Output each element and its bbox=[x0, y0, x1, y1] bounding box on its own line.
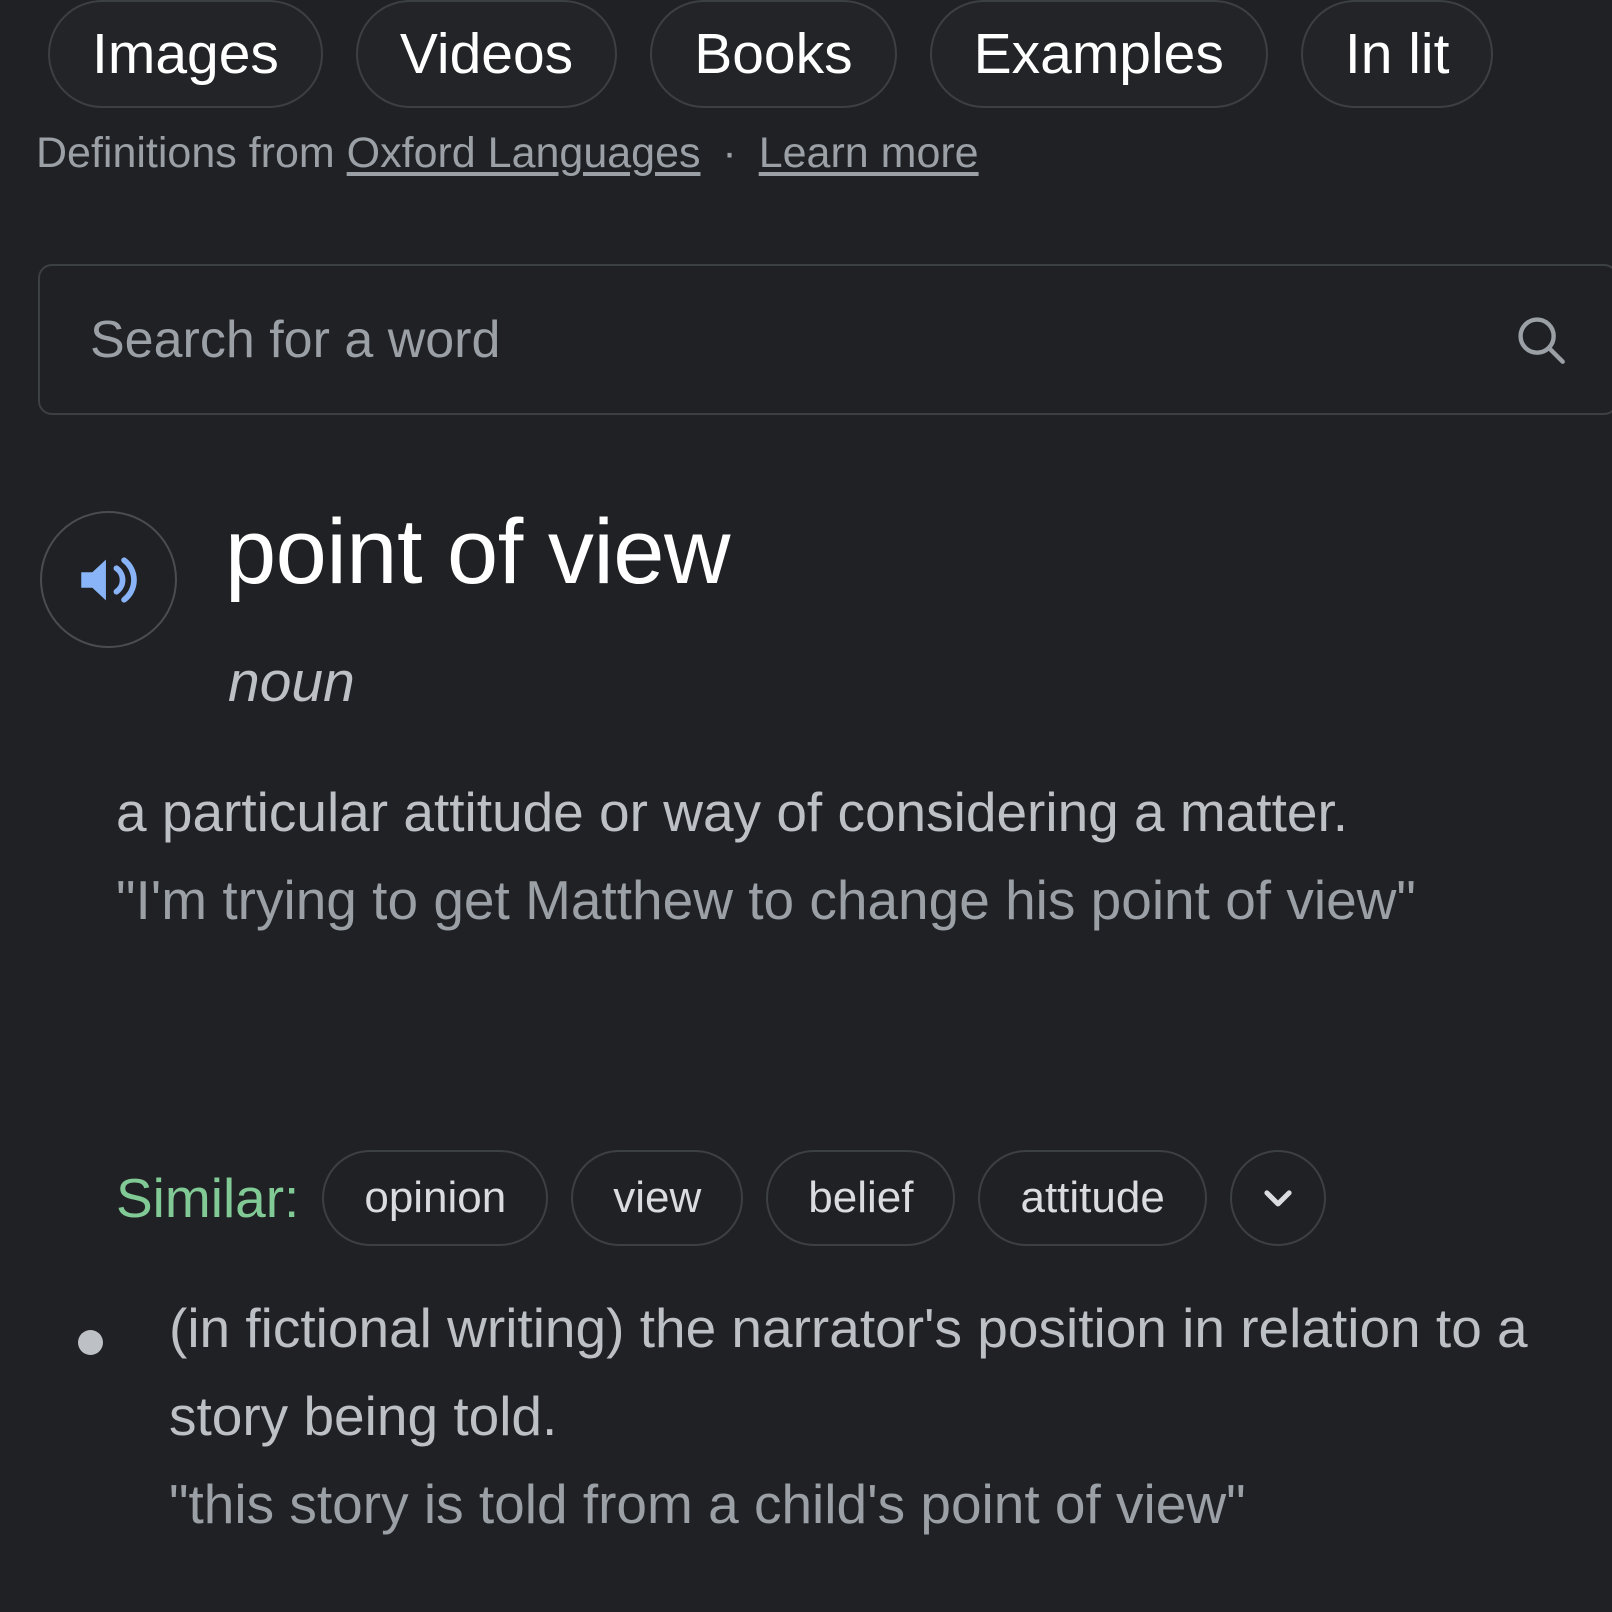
source-separator: · bbox=[710, 130, 749, 177]
nav-chip-books[interactable]: Books bbox=[650, 0, 897, 108]
synonym-chip-view[interactable]: view bbox=[571, 1150, 744, 1246]
nav-chip-in-literature[interactable]: In lit bbox=[1300, 0, 1494, 108]
synonym-chip-belief[interactable]: belief bbox=[766, 1150, 956, 1246]
nav-chip-examples[interactable]: Examples bbox=[929, 0, 1268, 108]
example-text: "I'm trying to get Matthew to change his… bbox=[116, 869, 1416, 931]
similar-label: Similar: bbox=[116, 1166, 300, 1229]
synonym-chip-attitude[interactable]: attitude bbox=[978, 1150, 1207, 1246]
oxford-languages-link[interactable]: Oxford Languages bbox=[347, 130, 701, 177]
nav-chip-label: In lit bbox=[1344, 21, 1450, 86]
bullet-icon bbox=[78, 1330, 103, 1355]
headword-row: point of view bbox=[40, 500, 730, 648]
definition-text: (in fictional writing) the narrator's po… bbox=[169, 1297, 1528, 1447]
search-input[interactable] bbox=[90, 309, 1510, 370]
page-title: point of view bbox=[225, 501, 730, 603]
nav-chip-label: Images bbox=[92, 21, 279, 86]
synonym-label: view bbox=[613, 1173, 702, 1222]
synonym-label: belief bbox=[808, 1173, 914, 1222]
definition-panel: Images Videos Books Examples In lit Defi… bbox=[0, 0, 1612, 1612]
definition-text: a particular attitude or way of consider… bbox=[116, 781, 1349, 843]
synonym-label: opinion bbox=[364, 1173, 507, 1222]
word-search-box[interactable] bbox=[38, 264, 1612, 415]
synonym-label: attitude bbox=[1020, 1173, 1165, 1222]
similar-words-row: Similar: opinion view belief attitude bbox=[116, 1150, 1612, 1246]
pronounce-button[interactable] bbox=[40, 511, 177, 648]
volume-up-icon bbox=[80, 556, 137, 603]
expand-synonyms-button[interactable] bbox=[1229, 1150, 1326, 1246]
nav-chip-label: Videos bbox=[399, 21, 574, 86]
nav-chip-images[interactable]: Images bbox=[48, 0, 323, 108]
nav-chip-label: Examples bbox=[973, 21, 1224, 86]
search-filter-chip-row: Images Videos Books Examples In lit bbox=[0, 0, 1612, 122]
search-icon[interactable] bbox=[1510, 309, 1572, 371]
source-prefix: Definitions from bbox=[36, 130, 347, 177]
definitions-source-line: Definitions from Oxford Languages · Lear… bbox=[36, 130, 1536, 194]
learn-more-link[interactable]: Learn more bbox=[759, 130, 979, 177]
sense-2-body: (in fictional writing) the narrator's po… bbox=[169, 1284, 1578, 1548]
part-of-speech-label: noun bbox=[228, 650, 355, 714]
nav-chip-label: Books bbox=[694, 21, 853, 86]
sense-2: (in fictional writing) the narrator's po… bbox=[78, 1284, 1578, 1548]
example-text: "this story is told from a child's point… bbox=[169, 1473, 1246, 1535]
nav-chip-videos[interactable]: Videos bbox=[355, 0, 618, 108]
sense-1: a particular attitude or way of consider… bbox=[116, 768, 1546, 944]
synonym-chip-opinion[interactable]: opinion bbox=[322, 1150, 549, 1246]
chevron-down-icon bbox=[1264, 1190, 1292, 1207]
